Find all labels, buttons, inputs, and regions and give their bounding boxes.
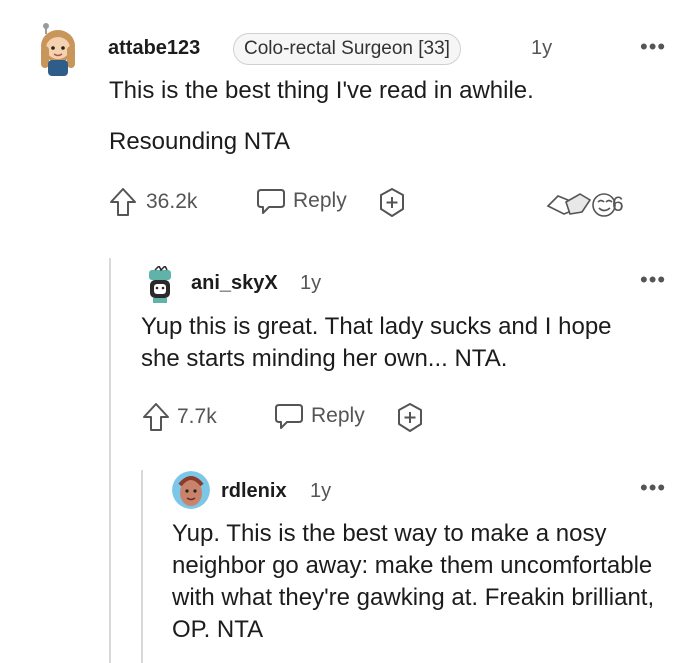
award-plus-icon bbox=[398, 403, 422, 432]
upvote-icon bbox=[110, 188, 136, 216]
more-options-icon[interactable]: ••• bbox=[640, 34, 666, 60]
reply-bubble-icon bbox=[257, 189, 285, 214]
award-plus-icon bbox=[380, 188, 404, 217]
avatar[interactable] bbox=[141, 266, 179, 304]
comment-age: 1y bbox=[300, 272, 322, 294]
give-award-button[interactable] bbox=[376, 187, 408, 219]
awards-display[interactable]: 6 bbox=[546, 190, 624, 220]
upvote-icon bbox=[143, 403, 169, 431]
comment-body: Yup. This is the best way to make a nosy… bbox=[172, 520, 655, 643]
thread-line[interactable] bbox=[141, 470, 143, 663]
comment-paragraph: This is the best thing I've read in awhi… bbox=[109, 77, 534, 104]
upvote-button[interactable]: 36.2k bbox=[108, 186, 197, 218]
give-award-button[interactable] bbox=[394, 402, 426, 434]
username[interactable]: rdlenix bbox=[221, 480, 287, 503]
reply-button[interactable]: Reply bbox=[255, 186, 347, 216]
comment-age: 1y bbox=[531, 37, 553, 59]
awards-count: 6 bbox=[612, 193, 624, 216]
vote-count: 7.7k bbox=[177, 405, 217, 428]
avatar-illustration-icon bbox=[41, 23, 75, 76]
reply-bubble-icon bbox=[275, 404, 303, 429]
avatar[interactable] bbox=[172, 471, 210, 509]
comment-body: Yup this is great. That lady sucks and I… bbox=[141, 313, 612, 372]
avatar-illustration-icon bbox=[149, 266, 171, 303]
upvote-button[interactable]: 7.7k bbox=[141, 401, 217, 433]
reply-label: Reply bbox=[311, 404, 365, 427]
thread-line[interactable] bbox=[109, 258, 111, 663]
more-options-icon[interactable]: ••• bbox=[640, 267, 666, 293]
comment-paragraph: Resounding NTA bbox=[109, 128, 290, 155]
username[interactable]: attabe123 bbox=[108, 37, 200, 60]
avatar[interactable] bbox=[34, 20, 82, 78]
more-options-icon[interactable]: ••• bbox=[640, 475, 666, 501]
username[interactable]: ani_skyX bbox=[191, 272, 278, 295]
vote-count: 36.2k bbox=[146, 190, 198, 213]
avatar-illustration-icon bbox=[172, 471, 210, 509]
reply-label: Reply bbox=[293, 189, 347, 212]
comment-age: 1y bbox=[310, 480, 332, 502]
user-flair: Colo-rectal Surgeon [33] bbox=[233, 33, 461, 65]
reply-button[interactable]: Reply bbox=[273, 401, 365, 431]
